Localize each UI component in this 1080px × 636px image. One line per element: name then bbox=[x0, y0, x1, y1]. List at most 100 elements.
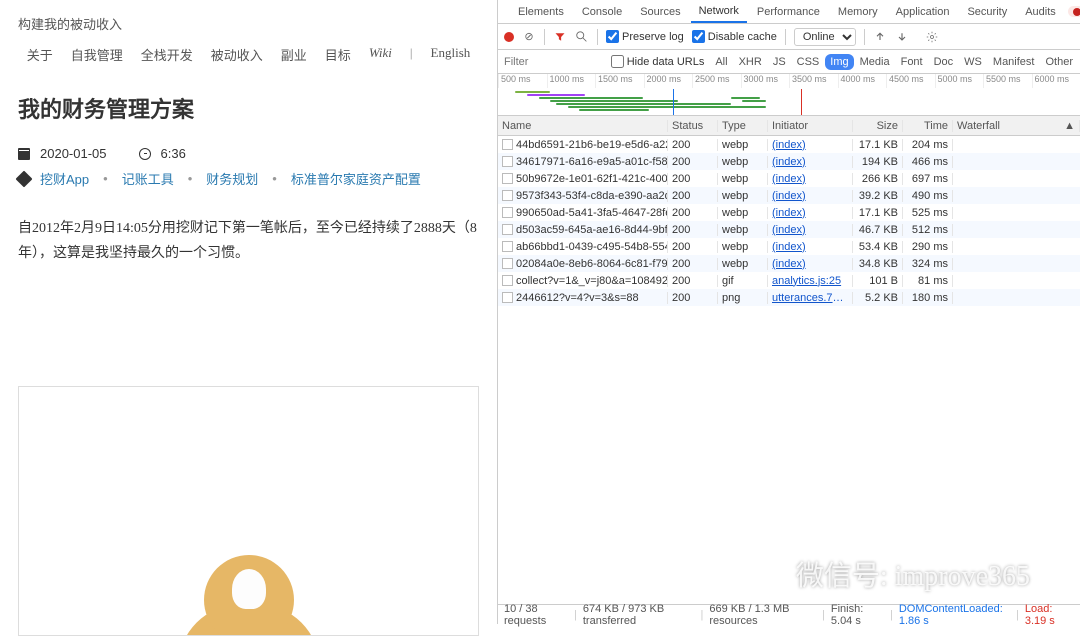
error-count[interactable]: 3 bbox=[1068, 6, 1080, 17]
pill-manifest[interactable]: Manifest bbox=[988, 54, 1040, 70]
req-initiator[interactable]: (index) bbox=[768, 190, 853, 202]
file-icon bbox=[502, 190, 513, 201]
file-icon bbox=[502, 241, 513, 252]
table-row[interactable]: d503ac59-645a-ae16-8d44-9bf546384c3...20… bbox=[498, 221, 1080, 238]
req-initiator[interactable]: (index) bbox=[768, 139, 853, 151]
type-filter: All XHR JS CSS Img Media Font Doc WS Man… bbox=[710, 54, 1078, 70]
req-name: d503ac59-645a-ae16-8d44-9bf546384c3... bbox=[516, 224, 668, 236]
tab-elements[interactable]: Elements bbox=[510, 2, 572, 22]
req-initiator[interactable]: (index) bbox=[768, 258, 853, 270]
table-row[interactable]: 2446612?v=4?v=3&s=88200pngutterances.712… bbox=[498, 289, 1080, 306]
table-row[interactable]: collect?v=1&_v=j80&a=1084925518&t=p...20… bbox=[498, 272, 1080, 289]
sb-resources: 669 KB / 1.3 MB resources bbox=[709, 603, 816, 627]
record-icon[interactable] bbox=[504, 32, 514, 42]
table-row[interactable]: 50b9672e-1e01-62f1-421c-400de71e914...20… bbox=[498, 170, 1080, 187]
network-table: Name Status Type Initiator Size Time Wat… bbox=[498, 116, 1080, 604]
pill-other[interactable]: Other bbox=[1040, 54, 1078, 70]
preserve-log-checkbox[interactable]: Preserve log bbox=[606, 30, 684, 43]
req-initiator[interactable]: (index) bbox=[768, 207, 853, 219]
tab-application[interactable]: Application bbox=[888, 2, 958, 22]
nav-fullstack[interactable]: 全栈开发 bbox=[141, 45, 193, 64]
col-status[interactable]: Status bbox=[668, 120, 718, 132]
req-size: 53.4 KB bbox=[853, 241, 903, 253]
pill-js[interactable]: JS bbox=[768, 54, 791, 70]
post-body: 自2012年2月9日14:05分用挖财记下第一笔帐后，至今已经持续了2888天（… bbox=[18, 216, 479, 266]
table-row[interactable]: 02084a0e-8eb6-8064-6c81-f79a77cc469...20… bbox=[498, 255, 1080, 272]
col-initiator[interactable]: Initiator bbox=[768, 120, 853, 132]
timeline-tick: 6000 ms bbox=[1032, 74, 1080, 88]
gear-icon[interactable] bbox=[925, 30, 939, 44]
table-row[interactable]: ab66bbd1-0439-c495-54b8-55464f96b9...200… bbox=[498, 238, 1080, 255]
col-waterfall[interactable]: Waterfall ▲ bbox=[953, 120, 1080, 132]
col-size[interactable]: Size bbox=[853, 120, 903, 132]
table-row[interactable]: 34617971-6a16-e9a5-a01c-f583d7086b4...20… bbox=[498, 153, 1080, 170]
tag-link[interactable]: 记账工具 bbox=[122, 169, 174, 188]
file-icon bbox=[502, 207, 513, 218]
pill-media[interactable]: Media bbox=[855, 54, 895, 70]
nav-goal[interactable]: 目标 bbox=[325, 45, 351, 64]
req-status: 200 bbox=[668, 190, 718, 202]
throttling-select[interactable]: Online bbox=[794, 28, 856, 46]
file-icon bbox=[502, 173, 513, 184]
table-row[interactable]: 990650ad-5a41-3fa5-4647-28fe20962e2f...2… bbox=[498, 204, 1080, 221]
tab-network[interactable]: Network bbox=[691, 1, 747, 23]
req-initiator[interactable]: (index) bbox=[768, 156, 853, 168]
req-time: 180 ms bbox=[903, 292, 953, 304]
pill-img[interactable]: Img bbox=[825, 54, 853, 70]
table-header[interactable]: Name Status Type Initiator Size Time Wat… bbox=[498, 116, 1080, 136]
nav-passive[interactable]: 被动收入 bbox=[211, 45, 263, 64]
req-initiator[interactable]: (index) bbox=[768, 173, 853, 185]
tab-performance[interactable]: Performance bbox=[749, 2, 828, 22]
timeline-overview[interactable]: 500 ms1000 ms1500 ms2000 ms2500 ms3000 m… bbox=[498, 74, 1080, 116]
pill-xhr[interactable]: XHR bbox=[734, 54, 767, 70]
pill-all[interactable]: All bbox=[710, 54, 732, 70]
pill-doc[interactable]: Doc bbox=[929, 54, 959, 70]
tab-security[interactable]: Security bbox=[959, 2, 1015, 22]
filter-toggle-icon[interactable] bbox=[553, 30, 567, 44]
search-icon[interactable] bbox=[575, 30, 589, 44]
nav-self[interactable]: 自我管理 bbox=[71, 45, 123, 64]
file-icon bbox=[502, 258, 513, 269]
tab-sources[interactable]: Sources bbox=[632, 2, 688, 22]
timeline-tick: 2000 ms bbox=[644, 74, 693, 88]
nav-about[interactable]: 关于 bbox=[27, 45, 53, 64]
timeline-tick: 2500 ms bbox=[692, 74, 741, 88]
col-time[interactable]: Time bbox=[903, 120, 953, 132]
timeline-tick: 1500 ms bbox=[595, 74, 644, 88]
clear-icon[interactable]: ⊘ bbox=[522, 30, 536, 44]
nav-wiki[interactable]: Wiki bbox=[369, 45, 392, 64]
nav-side[interactable]: 副业 bbox=[281, 45, 307, 64]
download-icon[interactable] bbox=[895, 30, 909, 44]
table-row[interactable]: 9573f343-53f4-c8da-e390-aa2d21f47e00...2… bbox=[498, 187, 1080, 204]
nav-english[interactable]: English bbox=[431, 45, 471, 64]
tag-link[interactable]: 挖财App bbox=[40, 169, 89, 188]
tag-link[interactable]: 财务规划 bbox=[206, 169, 258, 188]
tag-icon bbox=[16, 170, 33, 187]
pill-font[interactable]: Font bbox=[896, 54, 928, 70]
pill-ws[interactable]: WS bbox=[959, 54, 987, 70]
upload-icon[interactable] bbox=[873, 30, 887, 44]
tab-audits[interactable]: Audits bbox=[1017, 2, 1064, 22]
req-initiator[interactable]: (index) bbox=[768, 224, 853, 236]
disable-cache-checkbox[interactable]: Disable cache bbox=[692, 30, 777, 43]
table-row[interactable]: 44bd6591-21b6-be19-e5d6-a22e404a61...200… bbox=[498, 136, 1080, 153]
col-name[interactable]: Name bbox=[498, 120, 668, 132]
site-title[interactable]: 构建我的被动收入 bbox=[18, 14, 479, 33]
req-size: 266 KB bbox=[853, 173, 903, 185]
sb-dcl: DOMContentLoaded: 1.86 s bbox=[899, 603, 1010, 627]
req-name: 990650ad-5a41-3fa5-4647-28fe20962e2f... bbox=[516, 207, 668, 219]
tab-memory[interactable]: Memory bbox=[830, 2, 886, 22]
timeline-tick: 1000 ms bbox=[547, 74, 596, 88]
hide-data-urls-checkbox[interactable]: Hide data URLs bbox=[611, 55, 705, 68]
blog-page: 构建我的被动收入 关于 自我管理 全栈开发 被动收入 副业 目标 Wiki | … bbox=[0, 0, 497, 624]
filter-input[interactable] bbox=[500, 53, 600, 71]
req-initiator[interactable]: (index) bbox=[768, 241, 853, 253]
req-initiator[interactable]: utterances.7124870... bbox=[768, 292, 853, 304]
pill-css[interactable]: CSS bbox=[792, 54, 825, 70]
req-initiator[interactable]: analytics.js:25 bbox=[768, 275, 853, 287]
col-type[interactable]: Type bbox=[718, 120, 768, 132]
devtools-tabs: Elements Console Sources Network Perform… bbox=[498, 0, 1080, 24]
tag-link[interactable]: 标准普尔家庭资产配置 bbox=[291, 169, 421, 188]
req-status: 200 bbox=[668, 156, 718, 168]
tab-console[interactable]: Console bbox=[574, 2, 630, 22]
